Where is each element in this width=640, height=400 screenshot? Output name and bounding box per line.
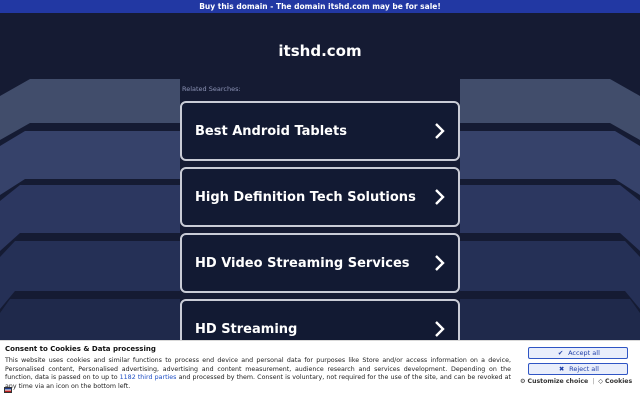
close-icon: ✖	[558, 365, 565, 373]
chevron-right-icon	[435, 123, 445, 139]
chevron-right-icon	[435, 321, 445, 337]
cookies-link[interactable]: ◇ Cookies	[598, 378, 632, 385]
related-search-link[interactable]: High Definition Tech Solutions	[180, 167, 460, 227]
related-searches-label: Related Searches:	[182, 85, 241, 93]
cookie-consent-banner: Consent to Cookies & Data processing Thi…	[0, 340, 640, 400]
cookies-label: Cookies	[605, 378, 633, 385]
reject-all-label: Reject all	[569, 365, 599, 373]
accept-all-button[interactable]: ✔ Accept all	[528, 347, 628, 359]
consent-secondary-links: ⚙ Customize choice | ◇ Cookies	[520, 378, 640, 385]
consent-title: Consent to Cookies & Data processing	[5, 345, 156, 353]
related-search-label: Best Android Tablets	[195, 123, 347, 139]
gear-icon: ⚙	[520, 378, 526, 385]
cookie-icon: ◇	[598, 378, 604, 385]
consent-text: This website uses cookies and similar fu…	[5, 357, 511, 391]
related-search-label: High Definition Tech Solutions	[195, 189, 416, 205]
related-search-link[interactable]: HD Video Streaming Services	[180, 233, 460, 293]
chevron-right-icon	[435, 255, 445, 271]
divider: |	[592, 378, 595, 385]
checkmark-icon: ✔	[557, 349, 564, 357]
related-search-label: HD Video Streaming Services	[195, 255, 410, 271]
sale-banner[interactable]: Buy this domain - The domain itshd.com m…	[0, 0, 640, 13]
third-parties-link[interactable]: 1182 third parties	[120, 374, 177, 381]
customize-choice-link[interactable]: ⚙ Customize choice	[520, 378, 588, 385]
chevron-right-icon	[435, 189, 445, 205]
customize-choice-label: Customize choice	[527, 378, 589, 385]
related-search-link[interactable]: Best Android Tablets	[180, 101, 460, 161]
accept-all-label: Accept all	[568, 349, 600, 357]
domain-title: itshd.com	[278, 42, 362, 60]
flag-icon[interactable]	[4, 387, 12, 393]
reject-all-button[interactable]: ✖ Reject all	[528, 363, 628, 375]
related-search-label: HD Streaming	[195, 321, 298, 337]
sale-banner-text[interactable]: Buy this domain - The domain itshd.com m…	[199, 2, 441, 11]
